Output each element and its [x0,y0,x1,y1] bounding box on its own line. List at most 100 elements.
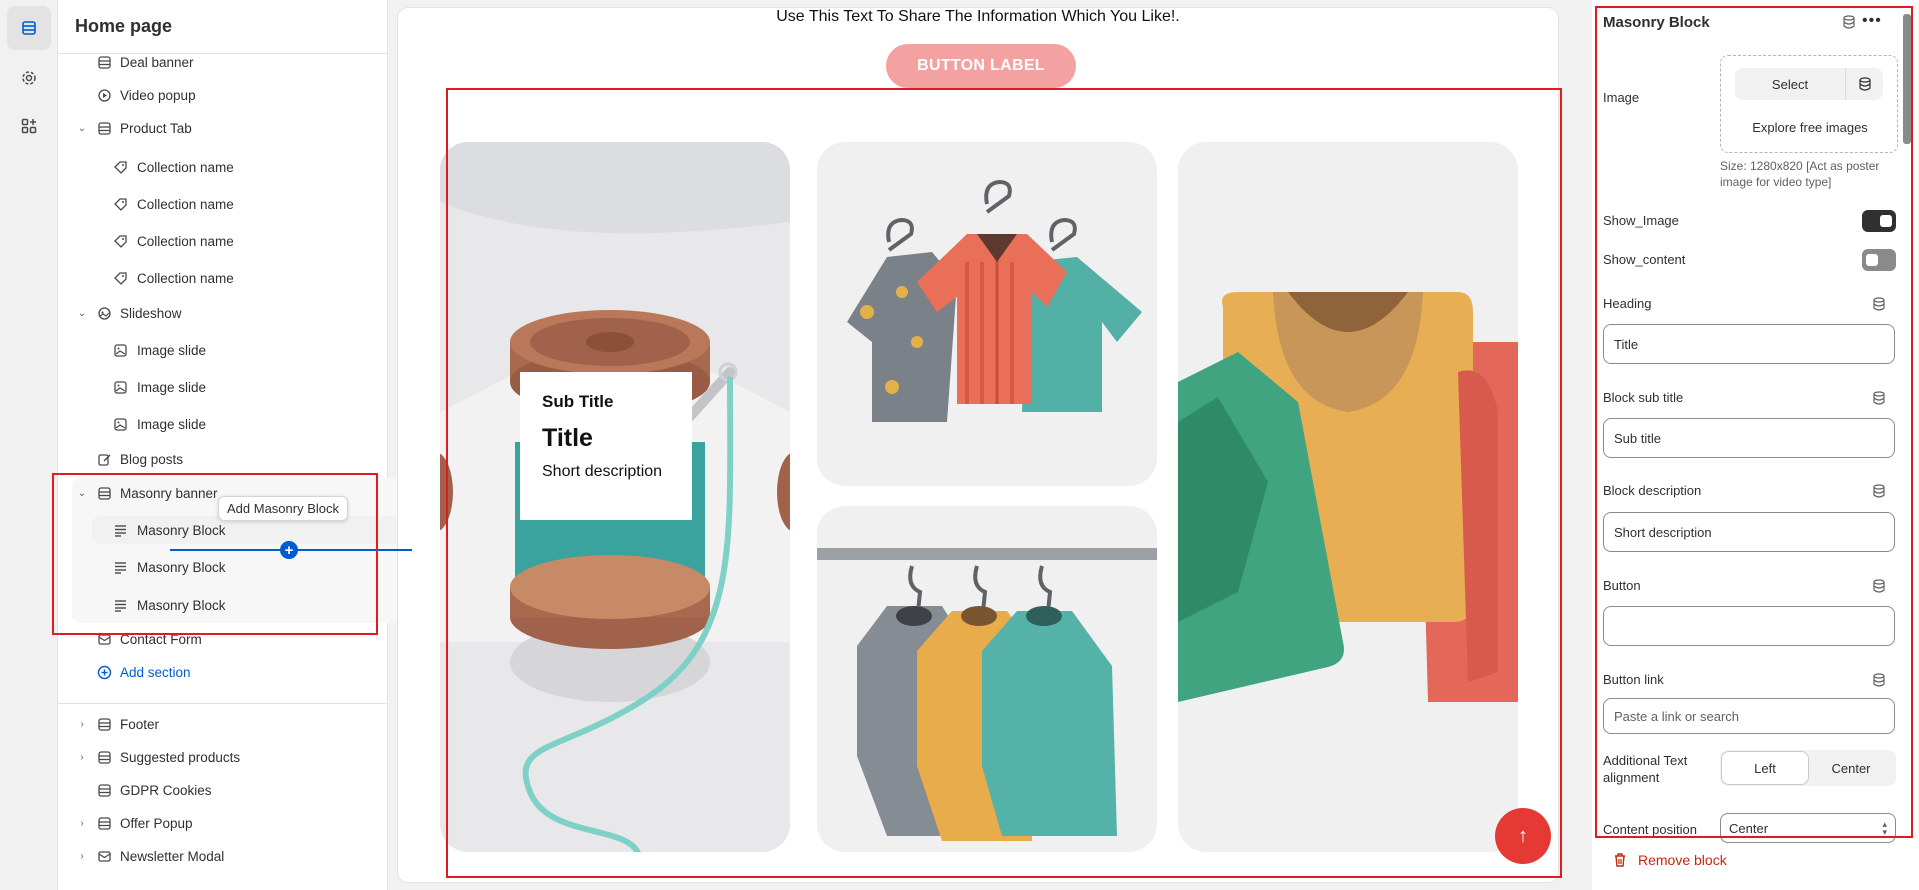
play-icon [96,87,112,103]
sidebar-item-collection-name[interactable]: Collection name [58,153,358,181]
database-icon[interactable] [1872,391,1886,405]
remove-block-label: Remove block [1638,852,1727,868]
tag-icon [112,270,128,286]
sidebar-item-label: Image slide [137,416,207,432]
button-link-label: Button link [1603,672,1664,687]
page-title: Home page [75,16,173,36]
sidebar-item-contact-form[interactable]: Contact Form [58,625,358,653]
sidebar-item-video-popup[interactable]: Video popup [58,81,358,109]
sidebar-item-image-slide[interactable]: Image slide [58,373,358,401]
sidebar-item-blog-posts[interactable]: Blog posts [58,445,358,473]
sidebar-item-masonry-block[interactable]: Masonry Block [58,553,358,581]
sidebar-item-label: Newsletter Modal [120,848,225,864]
masonry-card-rack[interactable] [817,506,1157,852]
chevron-up-down-icon: ▴ ▾ [1882,819,1887,837]
sidebar-item-label: Video popup [120,87,196,103]
chevron-right-icon[interactable]: › [76,850,88,862]
content-position-select[interactable]: Center ▴ ▾ [1720,813,1896,843]
button-input[interactable] [1603,606,1895,646]
sidebar-item-label: Offer Popup [120,815,193,831]
caption-description: Short description [542,463,663,480]
chevron-down-icon[interactable]: ⌄ [76,122,88,134]
sidebar-item-collection-name[interactable]: Collection name [58,190,358,218]
sidebar-item-label: Collection name [137,270,234,286]
select-image-button[interactable]: Select [1735,68,1883,100]
more-options-icon[interactable]: ••• [1862,12,1882,30]
tag-icon [112,196,128,212]
sidebar-item-image-slide[interactable]: Image slide [58,410,358,438]
sidebar-item-image-slide[interactable]: Image slide [58,336,358,364]
database-icon[interactable] [1872,673,1886,687]
sidebar-item-deal-banner[interactable]: Deal banner [58,48,358,76]
sidebar-item-label: Blog posts [120,451,184,467]
sidebar-item-label: Contact Form [120,631,202,647]
icon-rail [0,0,58,890]
sub-title-input[interactable]: Sub title [1603,418,1895,458]
heading-input[interactable]: Title [1603,324,1895,364]
scroll-to-top-button[interactable]: ↑ [1495,808,1551,864]
database-icon[interactable] [1842,15,1856,29]
database-icon[interactable] [1872,484,1886,498]
sidebar-item-label: Add section [120,664,191,680]
show-image-toggle[interactable] [1862,210,1896,232]
show-content-toggle[interactable] [1862,249,1896,271]
alignment-left-option[interactable]: Left [1722,752,1808,784]
sidebar-item-collection-name[interactable]: Collection name [58,227,358,255]
sweaters-illustration [1178,292,1518,702]
trash-icon [1615,853,1625,867]
alignment-label: Additional Text alignment [1603,753,1688,785]
sections-sidebar: Home page Deal banner Video popup ⌄ Product… [58,0,442,890]
panel-scrollbar[interactable] [1903,14,1911,144]
caption-box: Sub Title Title Short description [520,372,692,520]
chevron-right-icon[interactable]: › [76,751,88,763]
sections-icon[interactable] [7,6,51,50]
database-icon[interactable] [1872,297,1886,311]
masonry-card-shirts[interactable] [817,142,1157,486]
add-section-button[interactable]: Add section [58,658,358,686]
show-image-label: Show_Image [1603,213,1679,228]
section-icon [96,749,112,765]
image-label: Image [1603,90,1640,105]
text-block-icon [112,522,128,538]
alignment-center-option[interactable]: Center [1808,752,1894,784]
sidebar-item-suggested-products[interactable]: › Suggested products [58,743,358,771]
remove-block-button[interactable]: Remove block [1612,852,1727,868]
gear-icon[interactable] [7,56,51,100]
section-icon [96,120,112,136]
chevron-right-icon[interactable]: › [76,817,88,829]
sidebar-item-label: Collection name [137,159,234,175]
explore-free-images-link[interactable]: Explore free images [1721,120,1899,135]
database-icon[interactable] [1845,68,1883,100]
mail-icon [96,631,112,647]
button-label: Button [1603,578,1641,593]
sidebar-item-footer[interactable]: › Footer [58,710,358,738]
content-position-value: Center [1729,820,1769,836]
sidebar-item-label: Image slide [137,342,207,358]
description-input[interactable]: Short description [1603,512,1895,552]
chevron-down-icon[interactable]: ⌄ [76,487,88,499]
sidebar-item-label: Slideshow [120,305,182,321]
masonry-card-sweaters[interactable] [1178,142,1518,852]
chevron-right-icon[interactable]: › [76,718,88,730]
chevron-down-icon[interactable]: ⌄ [76,307,88,319]
sub-title-label: Block sub title [1603,390,1684,405]
preview-button[interactable]: BUTTON LABEL [886,44,1076,88]
sidebar-item-offer-popup[interactable]: › Offer Popup [58,809,358,837]
image-picker[interactable]: Select Explore free images [1720,55,1898,153]
button-link-input[interactable]: Paste a link or search [1603,698,1895,734]
sidebar-item-label: Masonry Block [137,522,226,538]
sidebar-item-masonry-block[interactable]: Masonry Block [58,591,358,619]
image-icon [112,379,128,395]
add-block-icon[interactable]: + [280,541,298,559]
caption-title: Title [542,424,593,452]
sidebar-item-label: Masonry banner [120,485,218,501]
image-icon [112,342,128,358]
sidebar-item-slideshow[interactable]: ⌄ Slideshow [58,299,358,327]
apps-icon[interactable] [7,104,51,148]
sidebar-item-product-tab[interactable]: ⌄ Product Tab [58,114,358,142]
sidebar-item-collection-name[interactable]: Collection name [58,264,358,292]
sidebar-item-newsletter-modal[interactable]: › Newsletter Modal [58,842,358,870]
database-icon[interactable] [1872,579,1886,593]
masonry-card-spool[interactable]: Sub Title Title Short description [440,142,790,852]
sidebar-item-gdpr-cookies[interactable]: GDPR Cookies [58,776,358,804]
